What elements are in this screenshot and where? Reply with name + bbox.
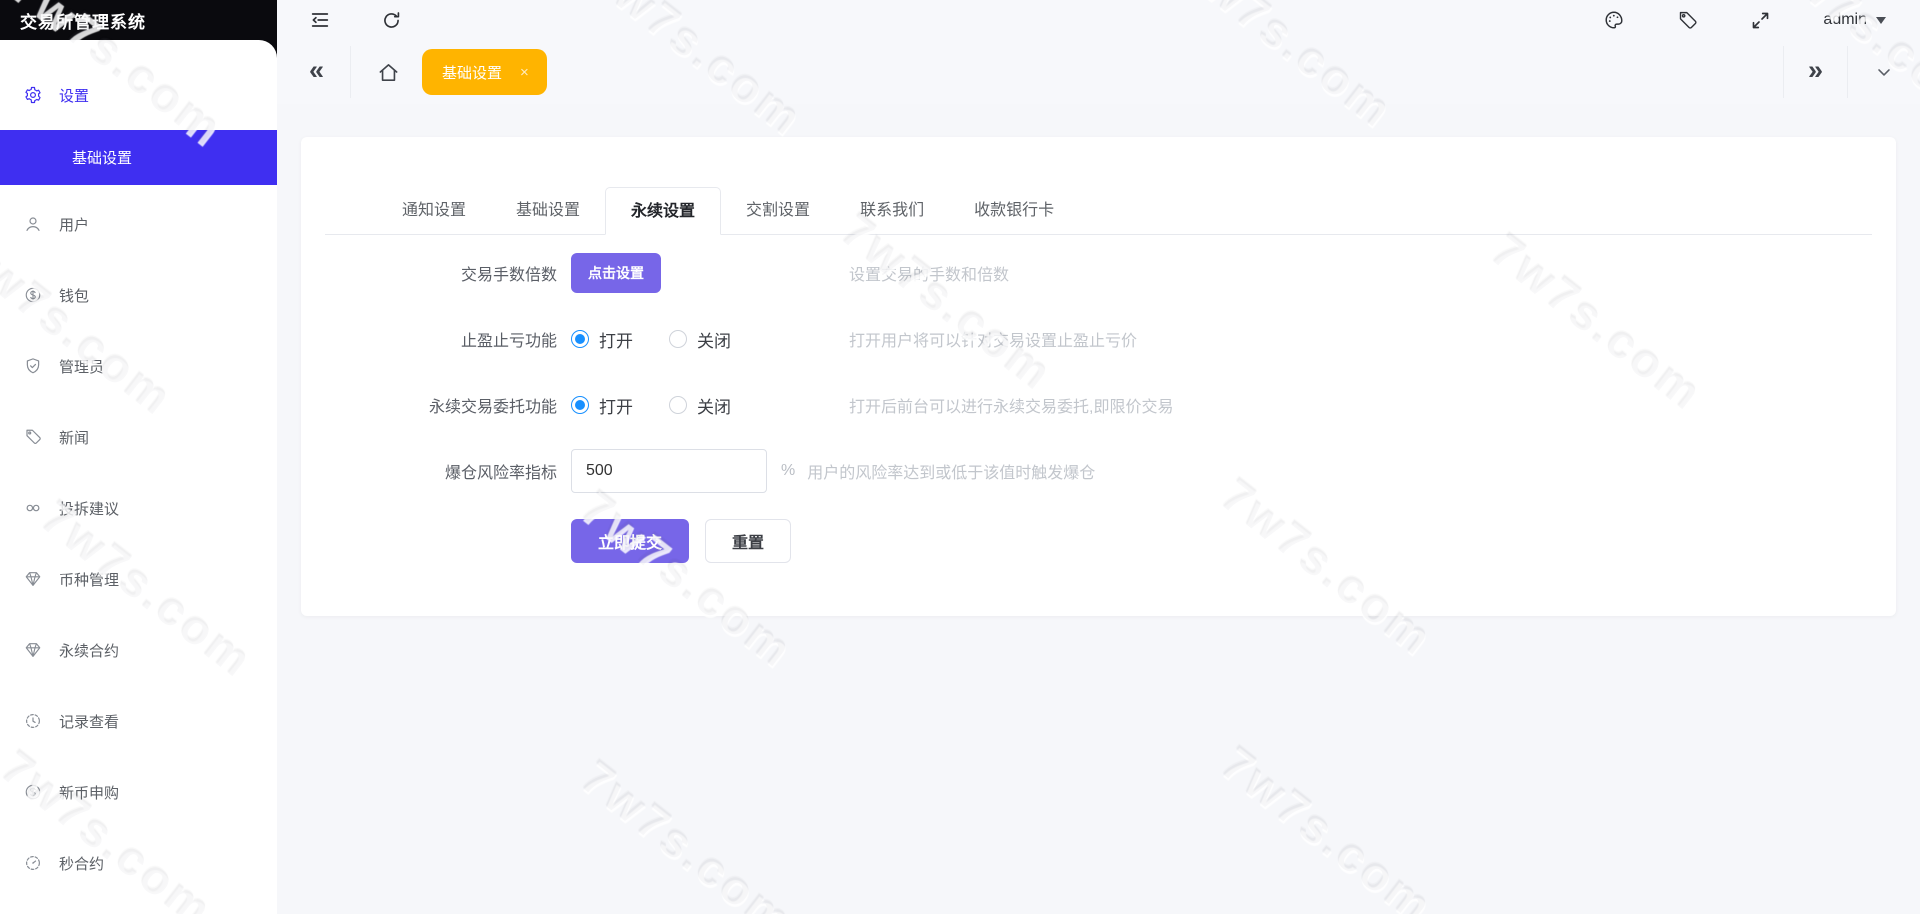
sidebar-item-label: 新币申购 (59, 784, 120, 802)
radio-option-on[interactable]: 打开 (571, 393, 633, 418)
sidebar-item-label: 管理员 (59, 358, 105, 376)
user-menu-label: admin (1823, 11, 1867, 28)
radio-unselected-icon (669, 396, 687, 414)
divider (1782, 46, 1784, 98)
page-tag-label: 基础设置 (442, 64, 503, 82)
tags-bar: « 基础设置 × » (277, 40, 1920, 104)
sidebar-item-feedback[interactable]: 投拆建议 (0, 479, 277, 537)
perpetual-settings-form: 交易手数倍数 点击设置 设置交易的手数和倍数 止盈止亏功能 打开 关闭 打开用户… (301, 251, 1896, 563)
sidebar-item-label: 秒合约 (59, 855, 105, 873)
user-icon (24, 215, 42, 233)
sidebar-item-coin-management[interactable]: 币种管理 (0, 550, 277, 608)
gear-icon (24, 86, 42, 104)
sidebar-item-label: 钱包 (59, 287, 90, 305)
risk-rate-input[interactable] (571, 449, 767, 493)
tab-notify-settings[interactable]: 通知设置 (377, 187, 491, 235)
sidebar-item-admins[interactable]: 管理员 (0, 337, 277, 395)
lot-multiplier-set-button[interactable]: 点击设置 (571, 253, 661, 293)
form-row-stop-profit-loss: 止盈止亏功能 打开 关闭 打开用户将可以针对交易设置止盈止亏价 (301, 317, 1896, 361)
wallet-icon (24, 286, 42, 304)
field-label: 止盈止亏功能 (460, 333, 557, 350)
radio-option-off[interactable]: 关闭 (669, 327, 731, 352)
sidebar-item-news[interactable]: 新闻 (0, 408, 277, 466)
top-bar: admin (277, 0, 1920, 40)
sidebar-item-label: 新闻 (59, 429, 90, 447)
refresh-icon[interactable] (381, 10, 402, 31)
form-actions: 立即提交 重置 (571, 519, 1896, 563)
divider (350, 46, 352, 98)
sidebar-item-settings[interactable]: 设置 (0, 66, 277, 124)
sidebar-item-label: 投拆建议 (59, 500, 120, 518)
watermark: 7w7s.com (570, 750, 803, 914)
radio-option-off[interactable]: 关闭 (669, 393, 731, 418)
sidebar-item-new-coin-subscription[interactable]: 新币申购 (0, 763, 277, 821)
field-hint: 打开后前台可以进行永续交易委托,即限价交易 (849, 399, 1174, 416)
field-label: 永续交易委托功能 (428, 399, 557, 416)
caret-down-icon (1876, 17, 1886, 29)
divider (1847, 46, 1848, 98)
close-icon[interactable]: × (520, 64, 529, 81)
settings-card: 通知设置 基础设置 永续设置 交割设置 联系我们 收款银行卡 交易手数倍数 点击… (301, 137, 1896, 616)
form-row-perpetual-entrust: 永续交易委托功能 打开 关闭 打开后前台可以进行永续交易委托,即限价交易 (301, 383, 1896, 427)
form-row-liquidation-risk-rate: 爆仓风险率指标 % 用户的风险率达到或低于该值时触发爆仓 (301, 449, 1896, 493)
collapse-left-icon[interactable]: « (309, 56, 324, 88)
sidebar-item-label: 用户 (59, 216, 90, 234)
expand-right-icon[interactable]: » (1808, 56, 1823, 88)
user-menu[interactable]: admin (1823, 11, 1886, 29)
sidebar: 设置 基础设置 用户 钱包 管理员 新闻 投拆建议 币种管理 永续合约 记录查看… (0, 40, 277, 914)
sidebar-item-label: 币种管理 (59, 571, 120, 589)
field-label: 交易手数倍数 (460, 267, 557, 284)
app-title: 交易所管理系统 (0, 0, 277, 40)
sidebar-item-wallet[interactable]: 钱包 (0, 266, 277, 324)
submit-button[interactable]: 立即提交 (571, 519, 689, 563)
menu-fold-icon[interactable] (309, 9, 331, 31)
page-tag[interactable]: 基础设置 × (422, 49, 547, 95)
dollar-icon (24, 783, 42, 801)
sidebar-item-label: 设置 (59, 87, 90, 105)
sidebar-subitem-basic-settings[interactable]: 基础设置 (0, 130, 277, 185)
tag-icon (24, 428, 42, 446)
gem-icon (24, 570, 42, 588)
tab-delivery-settings[interactable]: 交割设置 (721, 187, 835, 235)
sidebar-item-label: 记录查看 (59, 713, 120, 731)
sidebar-subitem-label: 基础设置 (72, 150, 133, 167)
link-icon (24, 499, 42, 517)
reset-button[interactable]: 重置 (705, 519, 791, 563)
home-icon[interactable] (377, 61, 400, 84)
history-icon (24, 712, 42, 730)
settings-tabs: 通知设置 基础设置 永续设置 交割设置 联系我们 收款银行卡 (325, 187, 1872, 235)
sidebar-menu: 设置 基础设置 用户 钱包 管理员 新闻 投拆建议 币种管理 永续合约 记录查看… (0, 40, 277, 914)
field-hint: 设置交易的手数和倍数 (849, 267, 1010, 284)
timer-icon (24, 854, 42, 872)
tab-contact-us[interactable]: 联系我们 (835, 187, 949, 235)
tab-receiving-bank-card[interactable]: 收款银行卡 (949, 187, 1079, 235)
sidebar-item-label: 永续合约 (59, 642, 120, 660)
gem-icon (24, 641, 42, 659)
chevron-down-icon[interactable] (1874, 62, 1894, 82)
watermark: 7w7s.com (1210, 736, 1443, 914)
tag-icon[interactable] (1677, 10, 1698, 31)
field-hint: 打开用户将可以针对交易设置止盈止亏价 (849, 333, 1138, 350)
field-label: 爆仓风险率指标 (444, 465, 557, 482)
shield-check-icon (24, 357, 42, 375)
sidebar-item-records[interactable]: 记录查看 (0, 692, 277, 750)
sidebar-item-second-contract[interactable]: 秒合约 (0, 834, 277, 892)
radio-selected-icon (571, 396, 589, 414)
radio-selected-icon (571, 330, 589, 348)
unit-label: % (781, 462, 796, 479)
field-hint: 用户的风险率达到或低于该值时触发爆仓 (807, 465, 1096, 482)
theme-palette-icon[interactable] (1603, 9, 1625, 31)
tab-perpetual-settings[interactable]: 永续设置 (605, 187, 722, 235)
sidebar-item-users[interactable]: 用户 (0, 195, 277, 253)
tab-basic-settings[interactable]: 基础设置 (491, 187, 605, 235)
sidebar-item-perpetual-contracts[interactable]: 永续合约 (0, 621, 277, 679)
fullscreen-icon[interactable] (1750, 10, 1771, 31)
radio-option-on[interactable]: 打开 (571, 327, 633, 352)
form-row-lot-multiplier: 交易手数倍数 点击设置 设置交易的手数和倍数 (301, 251, 1896, 295)
sidebar-item-lending[interactable]: 借贷 (0, 905, 277, 914)
radio-unselected-icon (669, 330, 687, 348)
